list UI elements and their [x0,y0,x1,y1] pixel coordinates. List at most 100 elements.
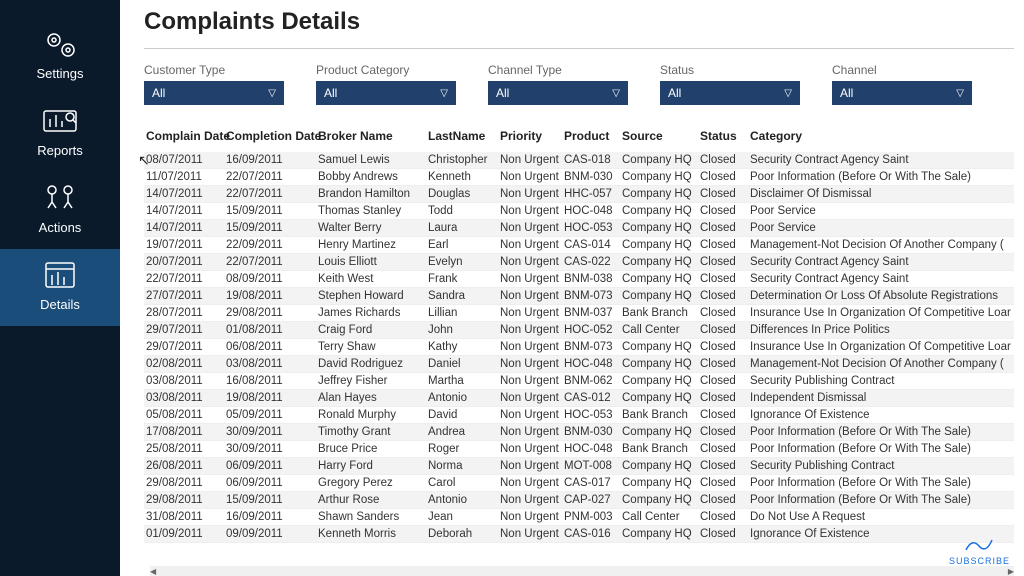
table-row[interactable]: 27/07/201119/08/2011Stephen HowardSandra… [144,288,1014,305]
table-cell: Gregory Perez [316,475,426,492]
scroll-left-icon[interactable]: ◀ [150,567,156,576]
col-header[interactable]: Status [698,123,748,152]
table-cell: BNM-037 [562,305,620,322]
table-row[interactable]: 05/08/201105/09/2011Ronald MurphyDavidNo… [144,407,1014,424]
table-row[interactable]: 14/07/201115/09/2011Walter BerryLauraNon… [144,220,1014,237]
table-row[interactable]: 29/07/201106/08/2011Terry ShawKathyNon U… [144,339,1014,356]
table-row[interactable]: 29/08/201115/09/2011Arthur RoseAntonioNo… [144,492,1014,509]
table-row[interactable]: 01/09/201109/09/2011Kenneth MorrisDebora… [144,526,1014,543]
table-cell: CAS-018 [562,152,620,169]
actions-icon [40,182,80,214]
table-row[interactable]: 26/08/201106/09/2011Harry FordNormaNon U… [144,458,1014,475]
col-header[interactable]: LastName [426,123,498,152]
filter-label: Customer Type [144,63,284,77]
table-cell: HHC-057 [562,186,620,203]
table-cell: Keith West [316,271,426,288]
table-row[interactable]: 11/07/201122/07/2011Bobby AndrewsKenneth… [144,169,1014,186]
col-header[interactable]: Priority [498,123,562,152]
table-cell: Non Urgent [498,441,562,458]
table-row[interactable]: 29/08/201106/09/2011Gregory PerezCarolNo… [144,475,1014,492]
table-cell: 29/08/2011 [144,475,224,492]
table-cell: MOT-008 [562,458,620,475]
filter-select-product-category[interactable]: All ▽ [316,81,456,105]
table-cell: Douglas [426,186,498,203]
table-cell: 19/08/2011 [224,288,316,305]
col-header[interactable]: Complain Date [144,123,224,152]
table-row[interactable]: 14/07/201115/09/2011Thomas StanleyToddNo… [144,203,1014,220]
table-cell: Company HQ [620,271,698,288]
col-header[interactable]: Completion Date [224,123,316,152]
table-cell: 22/07/2011 [224,169,316,186]
col-header[interactable]: Product [562,123,620,152]
filter-select-status[interactable]: All ▽ [660,81,800,105]
horizontal-scrollbar[interactable]: ◀ ▶ [150,566,1014,576]
filter-label: Channel [832,63,972,77]
table-cell: Non Urgent [498,305,562,322]
table-cell: Poor Information (Before Or With The Sal… [748,492,1014,509]
table-cell: CAS-012 [562,390,620,407]
table-row[interactable]: 31/08/201116/09/2011Shawn SandersJeanNon… [144,509,1014,526]
table-row[interactable]: 19/07/201122/09/2011Henry MartinezEarlNo… [144,237,1014,254]
table-cell: BNM-030 [562,424,620,441]
table-row[interactable]: 22/07/201108/09/2011Keith WestFrankNon U… [144,271,1014,288]
table-cell: Closed [698,152,748,169]
table-cell: Closed [698,305,748,322]
table-cell: Carol [426,475,498,492]
table-cell: Company HQ [620,424,698,441]
table-cell: Closed [698,220,748,237]
scroll-right-icon[interactable]: ▶ [1008,567,1014,576]
table-row[interactable]: 03/08/201116/08/2011Jeffrey FisherMartha… [144,373,1014,390]
table-cell: 01/09/2011 [144,526,224,543]
table-cell: Non Urgent [498,186,562,203]
table-row[interactable]: 29/07/201101/08/2011Craig FordJohnNon Ur… [144,322,1014,339]
filter-select-customer-type[interactable]: All ▽ [144,81,284,105]
table-cell: Ignorance Of Existence [748,407,1014,424]
gear-icon [40,28,80,60]
table-cell: Poor Service [748,220,1014,237]
sidebar-item-reports[interactable]: Reports [0,95,120,172]
filter-value: All [668,86,681,100]
table-cell: 30/09/2011 [224,424,316,441]
table-cell: Closed [698,526,748,543]
table-cell: 14/07/2011 [144,186,224,203]
chevron-down-icon: ▽ [784,88,792,99]
table-cell: Non Urgent [498,526,562,543]
filter-select-channel-type[interactable]: All ▽ [488,81,628,105]
table-cell: 29/08/2011 [224,305,316,322]
table-row[interactable]: 17/08/201130/09/2011Timothy GrantAndreaN… [144,424,1014,441]
col-header[interactable]: Category [748,123,1014,152]
sidebar-item-details[interactable]: Details [0,249,120,326]
table-row[interactable]: 28/07/201129/08/2011James RichardsLillia… [144,305,1014,322]
table-row[interactable]: 20/07/201122/07/2011Louis ElliottEvelynN… [144,254,1014,271]
filter-channel: Channel All ▽ [832,63,972,105]
table-cell: 16/09/2011 [224,509,316,526]
table-cell: David [426,407,498,424]
filter-select-channel[interactable]: All ▽ [832,81,972,105]
table-cell: Non Urgent [498,373,562,390]
table-row[interactable]: 25/08/201130/09/2011Bruce PriceRogerNon … [144,441,1014,458]
table-cell: Non Urgent [498,390,562,407]
table-row[interactable]: 03/08/201119/08/2011Alan HayesAntonioNon… [144,390,1014,407]
table-cell: Daniel [426,356,498,373]
col-header[interactable]: Broker Name [316,123,426,152]
table-cell: Craig Ford [316,322,426,339]
sidebar-item-actions[interactable]: Actions [0,172,120,249]
filter-label: Channel Type [488,63,628,77]
table-cell: 29/07/2011 [144,339,224,356]
table-cell: Closed [698,390,748,407]
table-cell: Alan Hayes [316,390,426,407]
sidebar-item-settings[interactable]: Settings [0,18,120,95]
table-cell: BNM-030 [562,169,620,186]
col-header[interactable]: Source [620,123,698,152]
table-cell: 08/09/2011 [224,271,316,288]
table-cell: Timothy Grant [316,424,426,441]
table-row[interactable]: 08/07/201116/09/2011Samuel LewisChristop… [144,152,1014,169]
table-cell: 06/09/2011 [224,458,316,475]
table-row[interactable]: 14/07/201122/07/2011Brandon HamiltonDoug… [144,186,1014,203]
table-cell: CAP-027 [562,492,620,509]
table-cell: Poor Information (Before Or With The Sal… [748,441,1014,458]
table-cell: Kenneth Morris [316,526,426,543]
table-cell: Company HQ [620,220,698,237]
table-cell: 01/08/2011 [224,322,316,339]
table-row[interactable]: 02/08/201103/08/2011David RodriguezDanie… [144,356,1014,373]
